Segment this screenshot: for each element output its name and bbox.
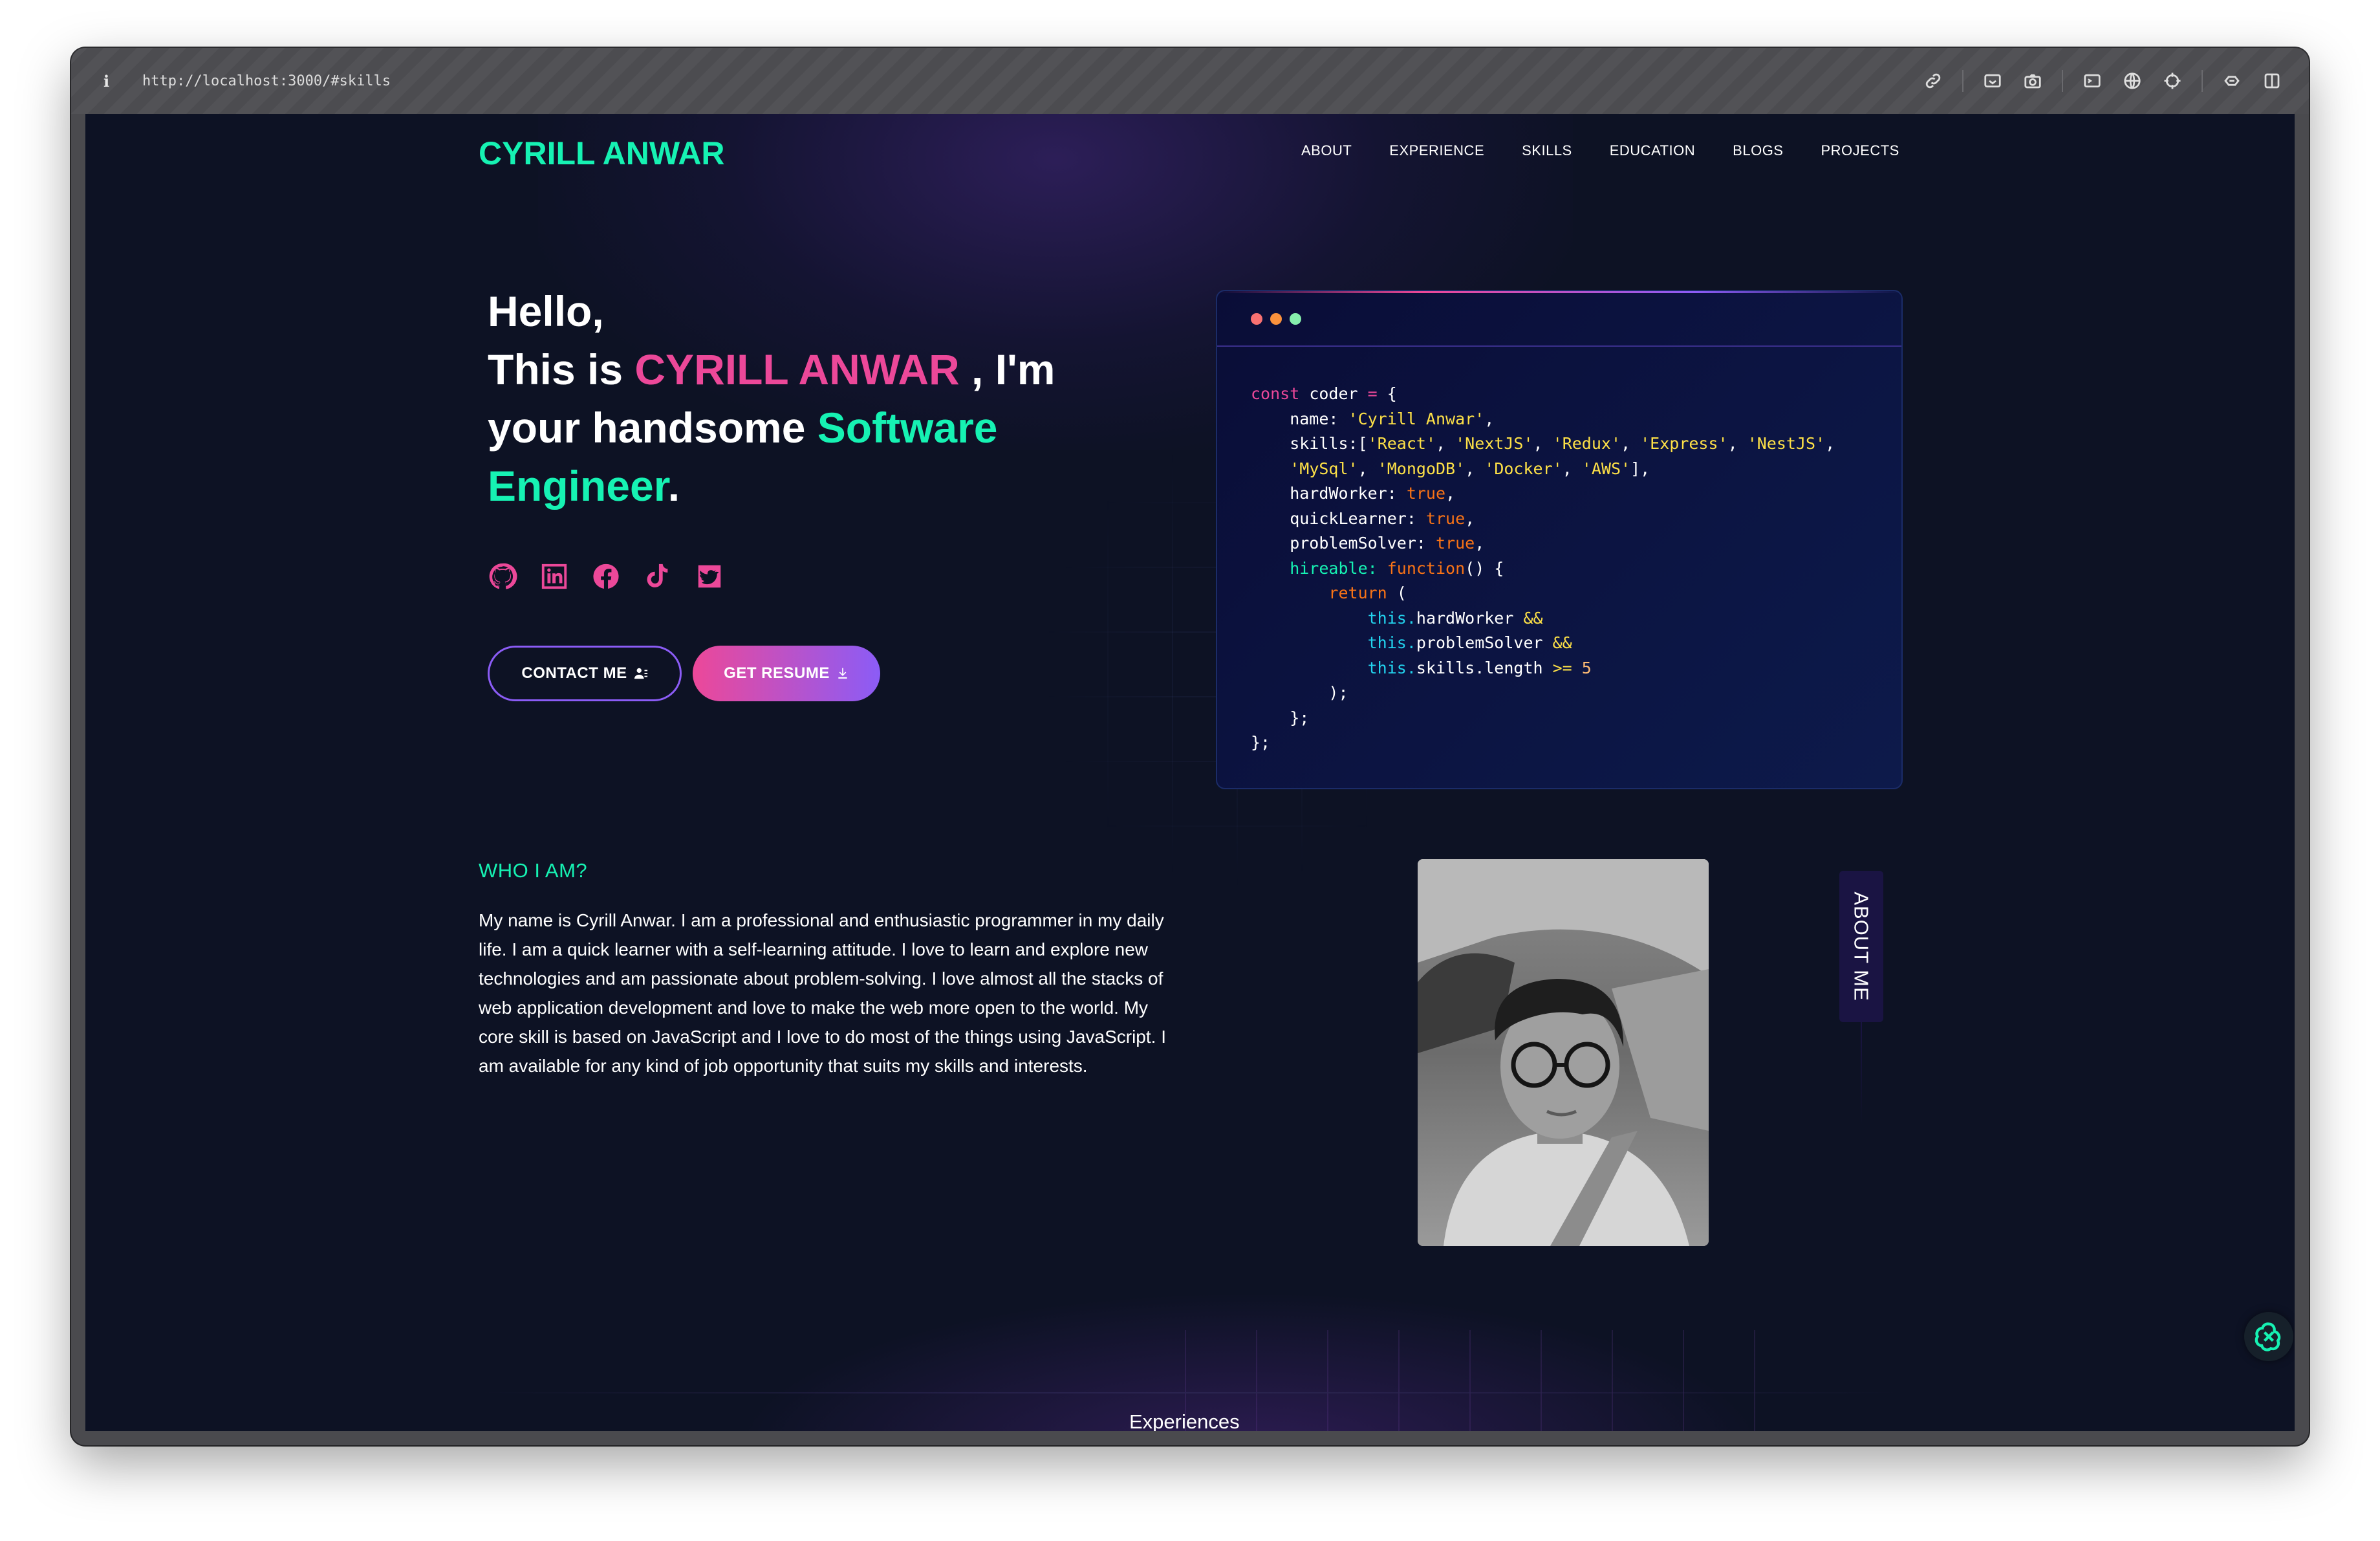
about-me-tag: ABOUT ME: [1839, 871, 1883, 1022]
user-contact-icon: [634, 668, 647, 679]
sidebar-toggle-icon[interactable]: [2261, 70, 2283, 92]
code-line: this.hardWorker &&: [1367, 608, 1543, 628]
get-resume-label: GET RESUME: [724, 664, 830, 682]
code-line: hireable: function() {: [1251, 558, 1504, 578]
hero-line-4: Engineer.: [488, 457, 1134, 515]
linkedin-icon[interactable]: [539, 562, 569, 591]
info-icon[interactable]: i: [103, 72, 129, 91]
code-window-titlebar: [1217, 291, 1901, 347]
close-dot-icon: [1251, 313, 1262, 325]
hero-im: , I'm: [959, 345, 1055, 393]
terminal-icon[interactable]: [2081, 70, 2103, 92]
hero-role-software: Software: [817, 404, 998, 452]
address-bar[interactable]: http://localhost:3000/#skills: [142, 73, 391, 89]
site-logo[interactable]: CYRILL ANWAR: [479, 135, 725, 172]
hero-period: .: [667, 462, 680, 510]
toolbar-separator: [1962, 70, 1964, 92]
nav-item-education[interactable]: EDUCATION: [1610, 142, 1695, 159]
maximize-dot-icon: [1290, 313, 1301, 325]
hero-greeting: Hello,: [488, 287, 604, 335]
code-line: hardWorker: true,: [1251, 484, 1456, 503]
window-dots: [1251, 313, 1301, 325]
code-line: const coder = {: [1251, 384, 1397, 403]
tiktok-icon[interactable]: [643, 562, 673, 591]
code-line: problemSolver: true,: [1251, 534, 1485, 552]
experiences-heading: Experiences: [1129, 1410, 1240, 1431]
toolbar-separator: [2062, 70, 2063, 92]
about-me-tag-label: ABOUT ME: [1850, 891, 1873, 1001]
hero-role-engineer: Engineer: [488, 462, 668, 510]
profile-photo: [1418, 859, 1709, 1246]
about-heading: WHO I AM?: [479, 859, 588, 882]
hero-heading: Hello, This is CYRILL ANWAR , I'm your h…: [488, 282, 1134, 515]
nav-item-about[interactable]: ABOUT: [1301, 142, 1352, 159]
social-links: [488, 562, 724, 591]
contact-me-label: CONTACT ME: [521, 664, 627, 682]
contact-me-button[interactable]: CONTACT ME: [488, 646, 682, 701]
code-line: name: 'Cyrill Anwar',: [1251, 409, 1495, 428]
toolbar-separator: [2202, 70, 2203, 92]
nav-item-blogs[interactable]: BLOGS: [1733, 142, 1783, 159]
hero-this-is: This is: [488, 345, 635, 393]
page-viewport: CYRILL ANWAR ABOUT EXPERIENCE SKILLS EDU…: [85, 114, 2295, 1431]
code-line: skills:['React', 'NextJS', 'Redux', 'Exp…: [1251, 434, 1835, 453]
nav-item-skills[interactable]: SKILLS: [1522, 142, 1572, 159]
code-line: return (: [1328, 584, 1407, 602]
globe-icon[interactable]: [2121, 70, 2143, 92]
hero-line-3: your handsome Software: [488, 399, 1134, 457]
main-nav: ABOUT EXPERIENCE SKILLS EDUCATION BLOGS …: [1301, 142, 1899, 159]
assistant-button[interactable]: [2244, 1312, 2293, 1361]
facebook-icon[interactable]: [591, 562, 621, 591]
github-icon[interactable]: [488, 562, 517, 591]
background-grid: [1185, 1330, 1767, 1431]
code-snippet: const coder = { name: 'Cyrill Anwar', sk…: [1251, 382, 1835, 756]
code-line: this.problemSolver &&: [1367, 633, 1572, 652]
hero-line-2: This is CYRILL ANWAR , I'm: [488, 340, 1134, 399]
nav-item-projects[interactable]: PROJECTS: [1821, 142, 1899, 159]
toolbar-tools: [1922, 70, 2283, 92]
hero-your-handsome: your handsome: [488, 404, 817, 452]
code-line: };: [1251, 708, 1310, 727]
code-line: };: [1251, 733, 1271, 752]
download-icon: [838, 668, 847, 679]
link-icon[interactable]: [1922, 70, 1944, 92]
minimize-dot-icon: [1270, 313, 1282, 325]
hero-name: CYRILL ANWAR: [634, 345, 960, 393]
nav-item-experience[interactable]: EXPERIENCE: [1389, 142, 1484, 159]
about-paragraph: My name is Cyrill Anwar. I am a professi…: [479, 910, 1166, 1076]
ai-assistant-icon: [2255, 1322, 2281, 1351]
code-line: 'MySql', 'MongoDB', 'Docker', 'AWS'],: [1290, 459, 1650, 478]
section-divider: [479, 1392, 1901, 1393]
browser-window: i http://localhost:3000/#skills CYRILL A…: [71, 48, 2309, 1445]
screenshot-area-icon[interactable]: [1982, 70, 2004, 92]
twitter-icon[interactable]: [695, 562, 724, 591]
extensions-icon[interactable]: [2221, 70, 2243, 92]
code-line: quickLearner: true,: [1251, 508, 1475, 528]
code-line: );: [1251, 683, 1348, 702]
crosshair-icon[interactable]: [2161, 70, 2183, 92]
code-line: this.skills.length >= 5: [1367, 658, 1592, 677]
browser-toolbar: i http://localhost:3000/#skills: [71, 48, 2309, 114]
get-resume-button[interactable]: GET RESUME: [693, 646, 880, 701]
camera-icon[interactable]: [2022, 70, 2044, 92]
code-window: const coder = { name: 'Cyrill Anwar', sk…: [1216, 290, 1903, 789]
about-tag-line: [1861, 1022, 1862, 1126]
